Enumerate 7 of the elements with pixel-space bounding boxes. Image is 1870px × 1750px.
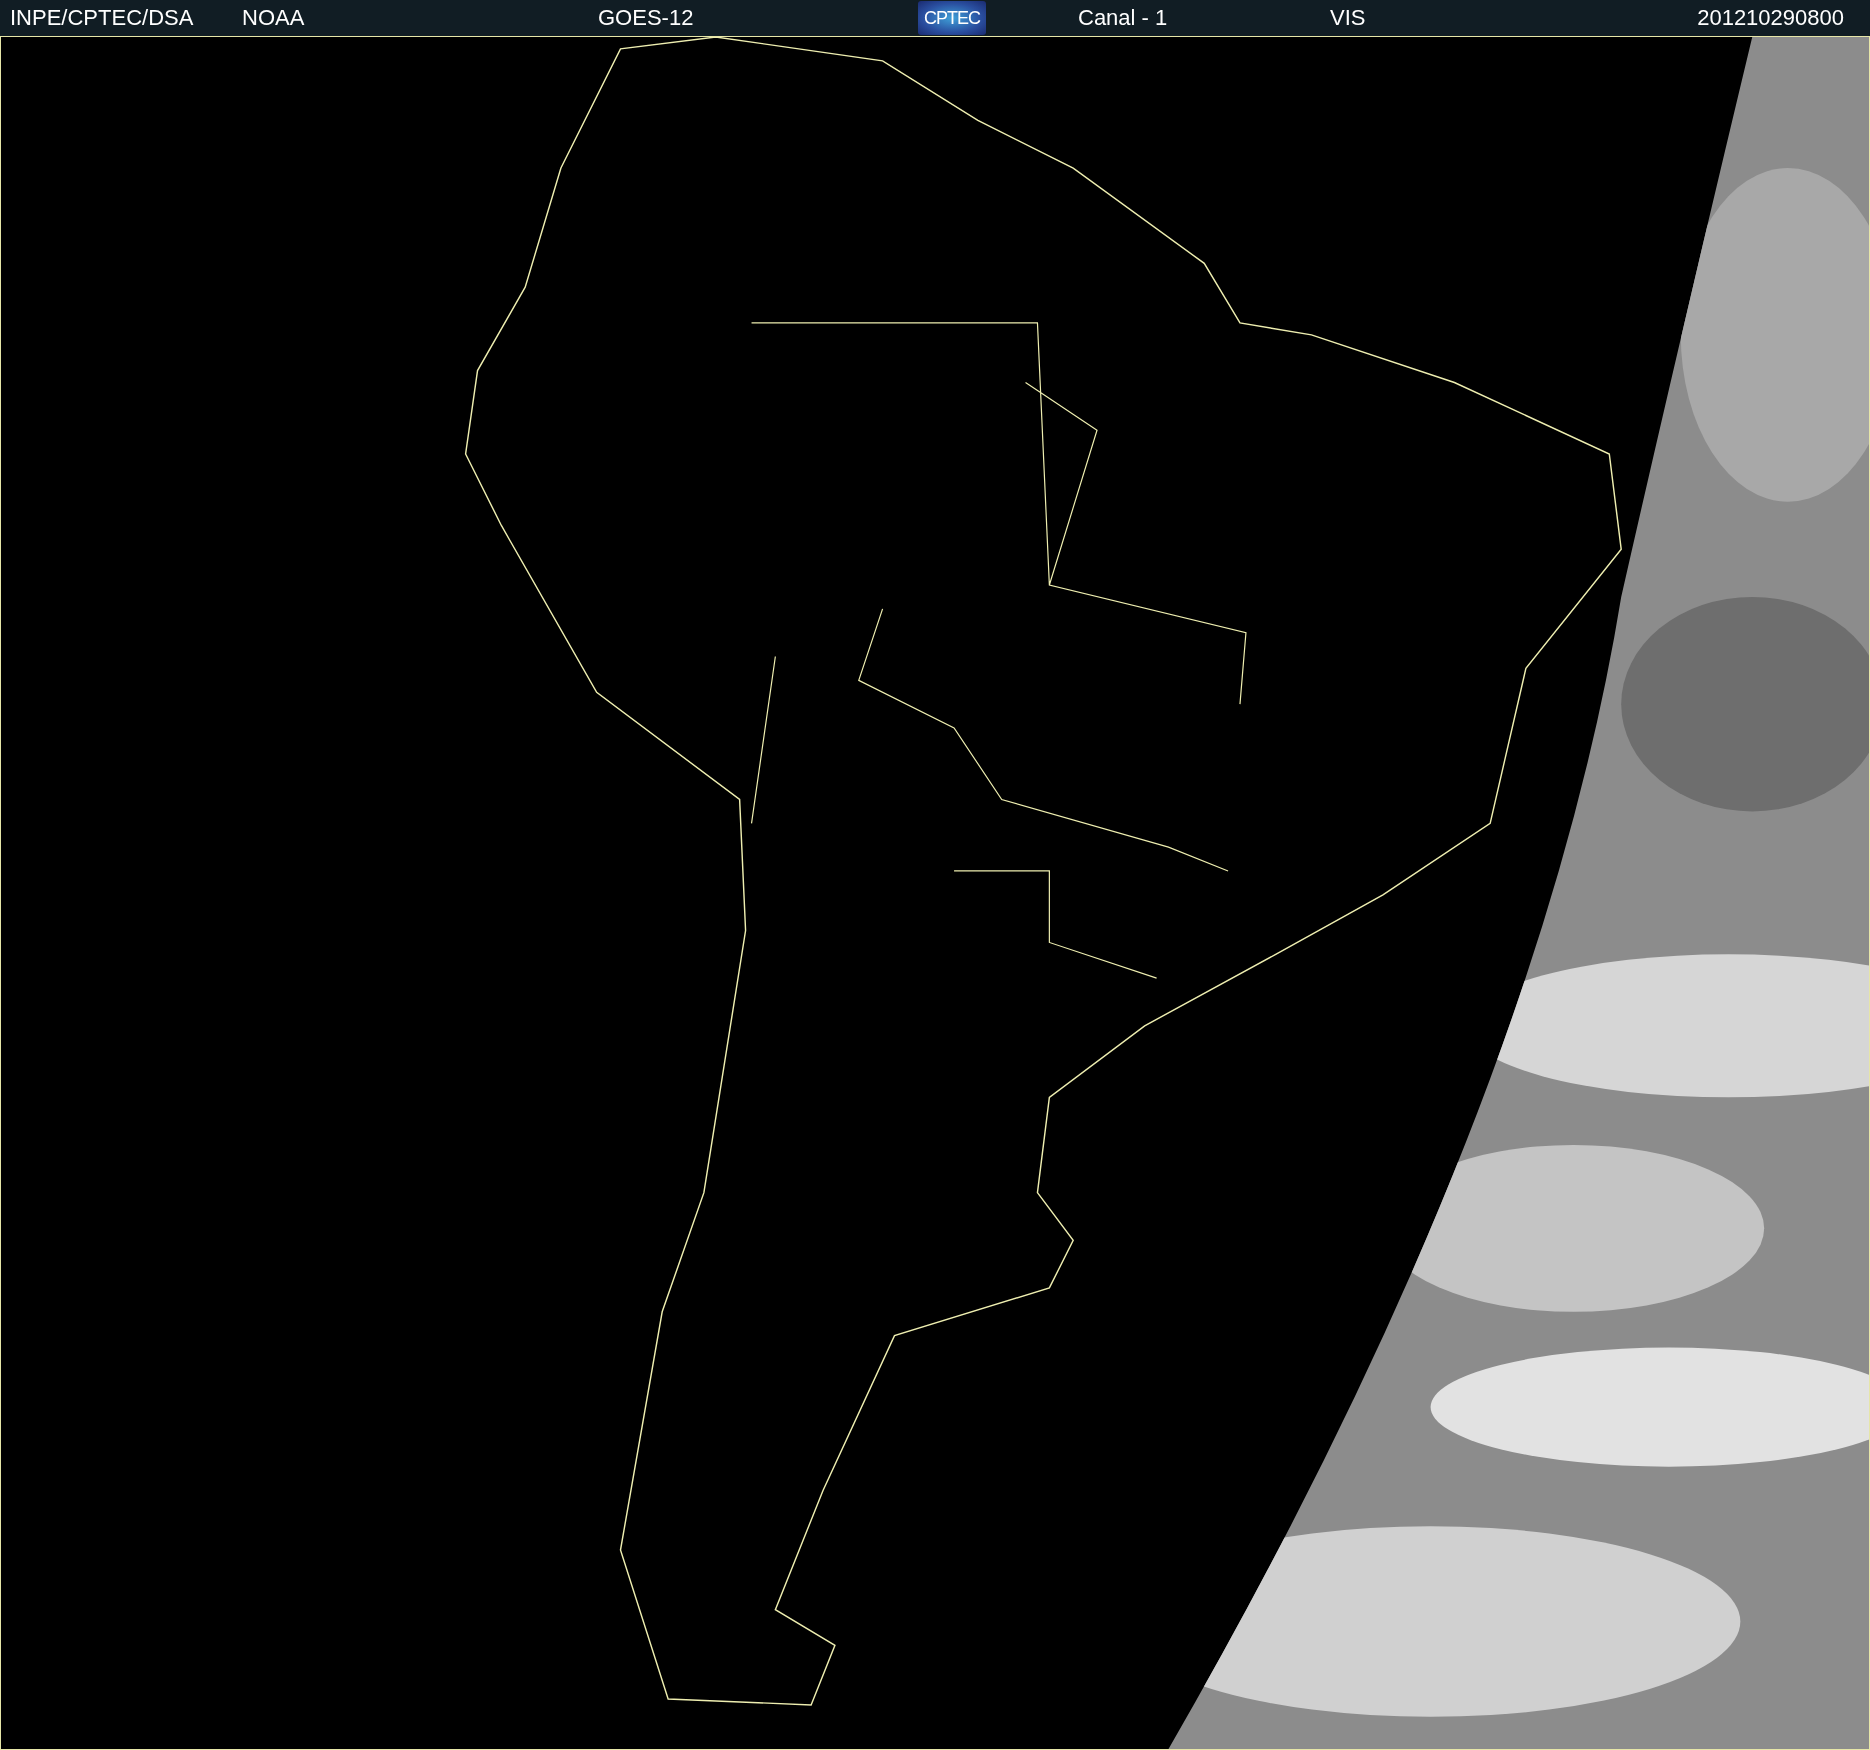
channel-label: Canal - 1 [1078,5,1168,31]
source-label: INPE/CPTEC/DSA [10,5,194,31]
logo: CPTEC [918,1,986,35]
band-label: VIS [1330,5,1366,31]
satellite-label: GOES-12 [598,5,694,31]
timestamp-label: 201210290800 [1697,5,1844,31]
agency-label: NOAA [242,5,305,31]
